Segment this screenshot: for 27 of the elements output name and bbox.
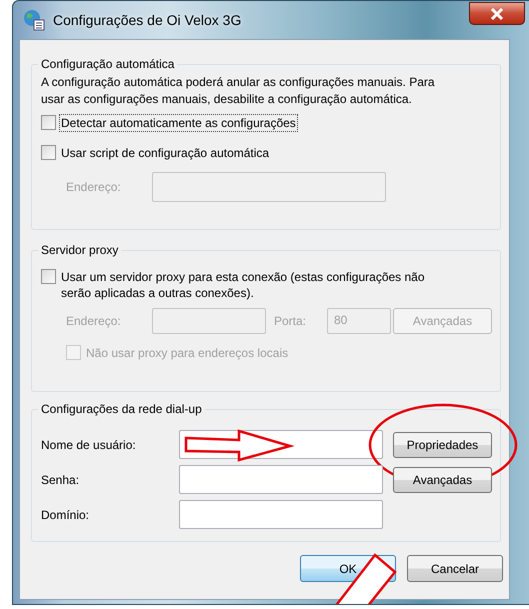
input-field[interactable] [179,465,383,494]
group-title: Servidor proxy [40,243,120,258]
input-field[interactable] [179,500,383,529]
button[interactable]: Propriedades [393,432,492,458]
field-label: Endereço: [66,314,122,328]
field-label: Domínio: [41,508,90,522]
description-text: A configuração automática poderá anular as configurações manuais. Para usar as configurações manuais, desabilite a configuração automática. [41,74,436,108]
button[interactable]: Cancelar [407,555,503,582]
field-label: Porta: [274,314,308,328]
field-value: 80 [334,313,348,327]
checkbox-label[interactable]: Detectar automaticamente as configurações [59,114,298,132]
checkbox[interactable] [41,269,56,284]
globe-icon [23,9,45,31]
field-label: Endereço: [66,180,122,194]
field-label: Senha: [41,472,80,486]
checkbox[interactable] [41,115,56,130]
checkbox-label[interactable]: Usar um servidor proxy para esta conexão (estas configurações não serão aplicadas a outras conexões). [59,268,458,302]
button[interactable]: Avançadas [393,466,492,492]
group-title: Configurações da rede dial-up [40,402,203,417]
group-title: Configuração automática [40,57,176,72]
input-field[interactable] [179,430,383,459]
field-label: Nome de usuário: [41,438,137,452]
close-icon [490,8,504,20]
window-title: Configurações de Oi Velox 3G [53,12,242,28]
checkbox-label[interactable]: Usar script de configuração automática [59,144,272,162]
checkbox[interactable] [41,145,56,160]
close-button[interactable] [469,2,525,25]
